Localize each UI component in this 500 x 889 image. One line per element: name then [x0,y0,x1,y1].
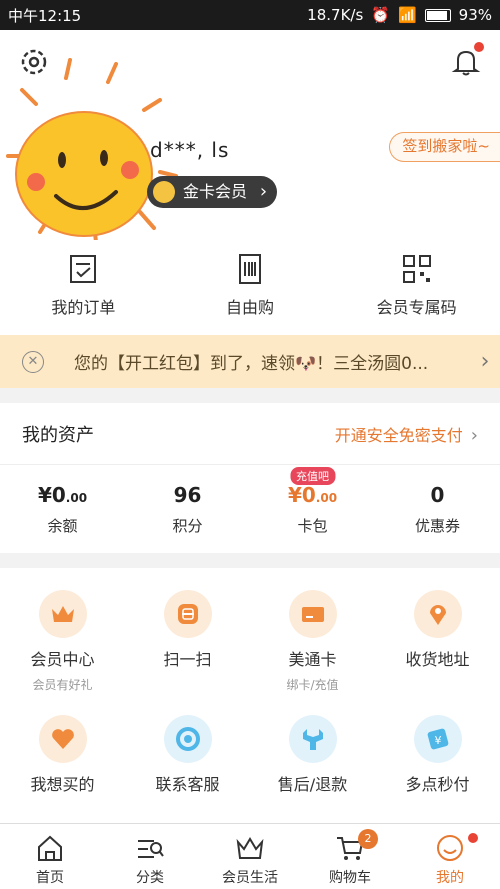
asset-points[interactable]: 96 积分 [125,465,250,553]
wrench-icon [288,715,337,763]
secure-pay-link[interactable]: 开通安全免密支付 › [335,422,478,446]
chevron-right-icon: › [470,424,478,446]
quick-actions: 我的订单 自由购 会员专属码 [0,240,500,335]
address-button[interactable]: 收货地址 [375,568,500,693]
alarm-icon: ⏰ [371,6,390,24]
username[interactable]: d***, ls [150,138,229,162]
scan-icon [163,590,212,638]
crown-icon [38,590,87,638]
home-icon [38,835,62,861]
banner-text: 您的【开工红包】到了，速领🐶！三全汤圆0... [74,354,429,374]
vip-level-badge[interactable]: 金卡会员 › [147,176,278,208]
heart-icon [38,715,87,763]
svg-text:¥: ¥ [434,734,441,747]
chevron-right-icon: › [480,349,490,374]
my-assets-section: 我的资产 开通安全免密支付 › ¥0.00 余额 96 积分 充值吧 ¥0.00 … [0,403,500,553]
member-center-button[interactable]: 会员中心 会员有好礼 [0,568,125,693]
my-orders-button[interactable]: 我的订单 [0,240,167,335]
meitong-card-button[interactable]: 美通卡 绑卡/充值 [250,568,375,693]
category-icon [138,840,164,858]
network-speed: 18.7K/s [307,6,364,24]
wishlist-button[interactable]: 我想买的 [0,693,125,818]
tab-category[interactable]: 分类 [100,824,200,889]
chevron-right-icon: › [259,181,268,202]
card-icon [288,590,337,638]
notification-dot [474,42,484,52]
gold-crown-icon [153,181,175,203]
services-grid: 会员中心 会员有好礼 扫一扫 美通卡 绑卡/充值 收货地址 我想买的 联系客服 … [0,568,500,823]
tab-member-life[interactable]: 会员生活 [200,824,300,889]
dmall-pay-button[interactable]: ¥ 多点秒付 [375,693,500,818]
order-icon [70,255,97,283]
signin-button[interactable]: 签到搬家啦~ [389,132,500,162]
scan-button[interactable]: 扫一扫 [125,568,250,693]
close-icon[interactable]: ✕ [22,350,44,373]
location-icon [413,590,462,638]
section-title: 我的资产 [22,424,94,446]
profile-icon [437,835,463,861]
asset-card-wallet[interactable]: 充值吧 ¥0.00 卡包 [250,465,375,553]
qrcode-icon [402,255,431,283]
service-icon [163,715,212,763]
wifi-icon: 📶 [397,6,417,24]
barcode-icon [239,254,261,284]
tab-home[interactable]: 首页 [0,824,100,889]
tab-profile[interactable]: 我的 [400,824,500,889]
member-code-button[interactable]: 会员专属码 [333,240,500,335]
promo-banner[interactable]: ✕ 您的【开工红包】到了，速领🐶！三全汤圆0... › [0,335,500,388]
crown-tab-icon [236,837,264,859]
pay-icon: ¥ [413,715,462,763]
after-sales-button[interactable]: 售后/退款 [250,693,375,818]
tab-cart[interactable]: 2 购物车 [300,824,400,889]
cart-count-badge: 2 [358,829,378,849]
recharge-tag: 充值吧 [290,467,335,485]
battery-icon [424,8,451,22]
profile-header: d***, ls 金卡会员 › 签到搬家啦~ [0,30,500,244]
status-bar: 中午12:15 18.7K/s ⏰ 📶 93% [0,0,500,30]
asset-coupons[interactable]: 0 优惠券 [375,465,500,553]
asset-balance[interactable]: ¥0.00 余额 [0,465,125,553]
customer-service-button[interactable]: 联系客服 [125,693,250,818]
bottom-tab-bar: 首页 分类 会员生活 2 购物车 我的 [0,823,500,889]
self-checkout-button[interactable]: 自由购 [167,240,334,335]
status-time: 中午12:15 [8,6,82,25]
battery-level: 93% [458,6,492,24]
page: 中午12:15 18.7K/s ⏰ 📶 93% d***, ls 金卡会员 › … [0,0,500,889]
profile-notification-dot [468,833,478,843]
